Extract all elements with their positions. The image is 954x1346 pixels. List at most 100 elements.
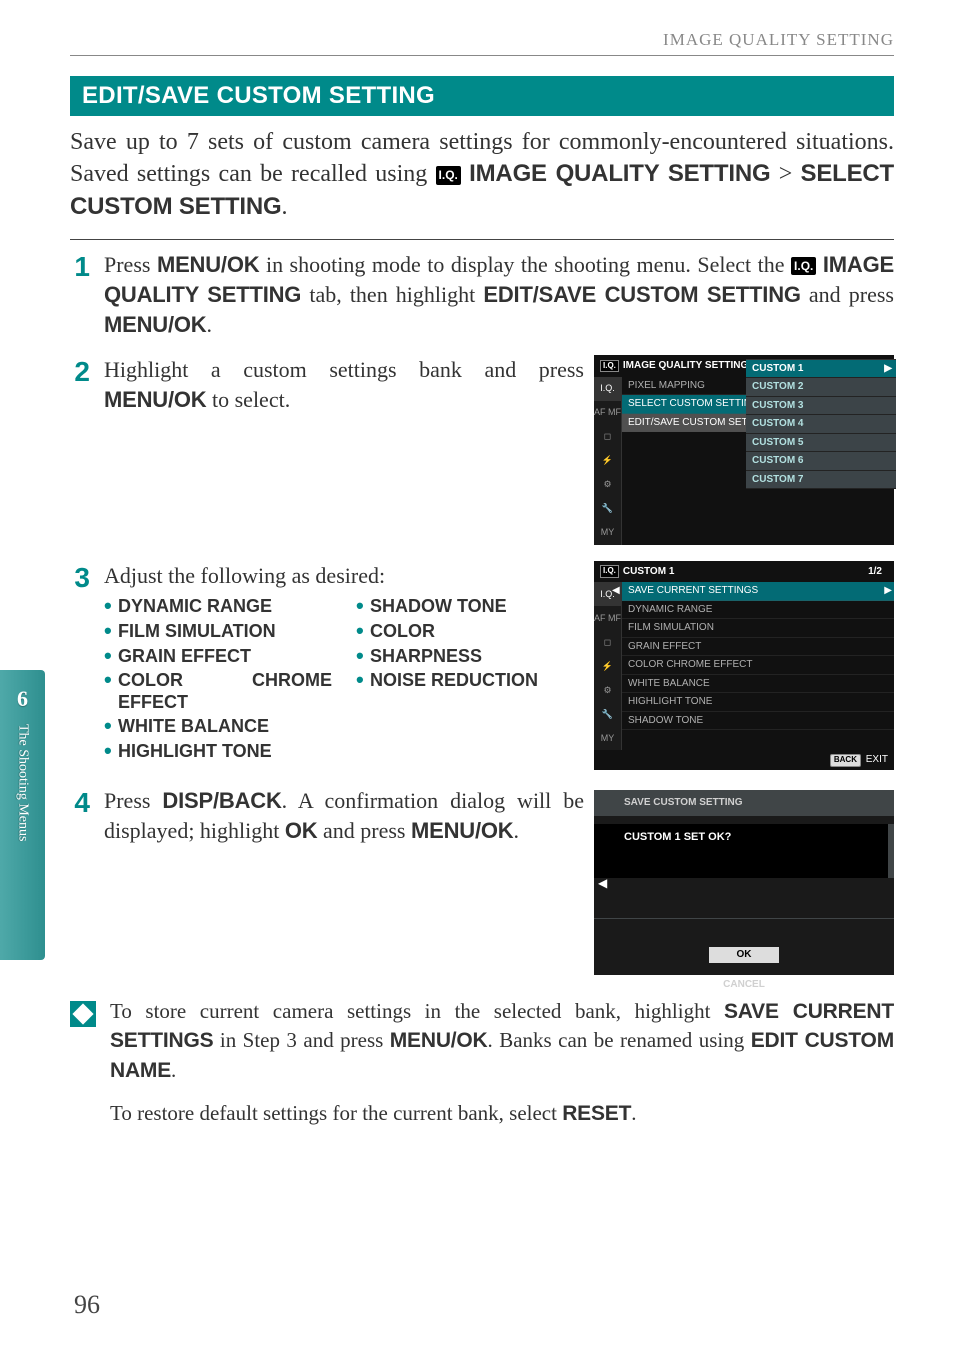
- custom-bank-item: CUSTOM 2: [746, 378, 896, 397]
- camera-tab: I.Q.: [594, 377, 621, 401]
- divider: [70, 239, 894, 240]
- adjust-item: SHARPNESS: [356, 646, 584, 668]
- camera-menu-item: SAVE CURRENT SETTINGS◀▶: [622, 582, 894, 601]
- camera-menu-item: WHITE BALANCE: [622, 675, 894, 694]
- exit-label: EXIT: [866, 754, 888, 765]
- camera-menu-list: SAVE CURRENT SETTINGS◀▶DYNAMIC RANGEFILM…: [622, 582, 894, 750]
- cam3-title: CUSTOM 1: [623, 565, 675, 579]
- page-number: 96: [74, 1290, 100, 1320]
- cam3-pager: 1/2: [868, 565, 882, 579]
- dialog-title: SAVE CUSTOM SETTING: [594, 790, 894, 816]
- custom-bank-item: CUSTOM 1▶: [746, 360, 896, 379]
- text: to select.: [207, 387, 291, 412]
- menu-ok-label: MENU/OK: [104, 387, 207, 412]
- text: .: [207, 312, 213, 337]
- text: To store current camera settings in the …: [110, 999, 724, 1023]
- adjust-list-col-b: SHADOW TONECOLORSHARPNESSNOISE REDUCTION: [356, 596, 584, 691]
- ok-option: OK: [709, 947, 779, 963]
- step-4-body: Press DISP/BACK. A confirmation dialog w…: [104, 786, 584, 845]
- cam2-title: IMAGE QUALITY SETTING: [623, 359, 748, 373]
- text: .: [171, 1058, 176, 1082]
- adjust-item: COLOR CHROME EFFECT: [104, 670, 332, 713]
- step-2-body: Highlight a custom settings bank and pre…: [104, 355, 584, 414]
- camera-menu-item: SHADOW TONE: [622, 712, 894, 731]
- menu-ok-label: MENU/OK: [104, 312, 207, 337]
- camera-menu-screenshot-bank: I.Q. IMAGE QUALITY SETTING I.Q.AF MF◻⚡⚙🔧…: [594, 355, 894, 545]
- camera-tab: ⚙: [594, 678, 621, 702]
- cancel-option: CANCEL: [709, 977, 779, 993]
- text: To restore default settings for the curr…: [110, 1101, 562, 1125]
- custom-bank-item: CUSTOM 5: [746, 434, 896, 453]
- camera-tab: ◻: [594, 425, 621, 449]
- camera-tab: 🔧: [594, 702, 621, 726]
- adjust-item: SHADOW TONE: [356, 596, 584, 618]
- edit-save-label: EDIT/SAVE CUSTOM SETTING: [483, 282, 800, 307]
- camera-menu-screenshot-custom1: I.Q. CUSTOM 1 1/2 I.Q.AF MF◻⚡⚙🔧MY SAVE C…: [594, 561, 894, 770]
- custom-bank-popup: CUSTOM 1▶CUSTOM 2CUSTOM 3CUSTOM 4CUSTOM …: [746, 359, 896, 490]
- step-1-body: Press MENU/OK in shooting mode to displa…: [104, 250, 894, 339]
- arrow-right-icon: ▶: [884, 584, 892, 598]
- camera-menu-item: HIGHLIGHT TONE: [622, 693, 894, 712]
- camera-tab: ◻: [594, 630, 621, 654]
- tip-text: To store current camera settings in the …: [110, 997, 894, 1128]
- section-heading: EDIT/SAVE CUSTOM SETTING: [70, 76, 894, 116]
- back-icon: BACK: [830, 754, 861, 767]
- camera-menu-item: GRAIN EFFECT: [622, 638, 894, 657]
- camera-tab: AF MF: [594, 606, 621, 630]
- adjust-item: WHITE BALANCE: [104, 716, 332, 738]
- camera-tab: MY: [594, 521, 621, 545]
- custom-bank-item: CUSTOM 6: [746, 452, 896, 471]
- step-number-3: 3: [70, 561, 90, 770]
- camera-tab: MY: [594, 726, 621, 750]
- camera-tabs: I.Q.AF MF◻⚡⚙🔧MY: [594, 582, 622, 750]
- camera-tab: AF MF: [594, 401, 621, 425]
- adjust-item: COLOR: [356, 621, 584, 643]
- step-number-1: 1: [70, 250, 90, 339]
- arrow-left-icon: ◀: [612, 584, 620, 598]
- text: and press: [318, 818, 411, 843]
- camera-tabs: I.Q.AF MF◻⚡⚙🔧MY: [594, 377, 622, 545]
- text: Press: [104, 788, 162, 813]
- reset-label: RESET: [562, 1102, 631, 1125]
- text: . Banks can be renamed using: [488, 1028, 751, 1052]
- step-number-2: 2: [70, 355, 90, 545]
- iq-icon: I.Q.: [791, 257, 816, 275]
- running-title: IMAGE QUALITY SETTING: [70, 30, 894, 56]
- disp-back-label: DISP/BACK: [162, 788, 281, 813]
- camera-tab: ⚡: [594, 449, 621, 473]
- text: in shooting mode to display the shooting…: [259, 252, 791, 277]
- arrow-right-icon: ▶: [884, 362, 892, 376]
- intro-link-a: IMAGE QUALITY SETTING: [469, 160, 770, 187]
- chapter-number: 6: [17, 686, 28, 712]
- dialog-question: CUSTOM 1 SET OK?: [594, 824, 894, 879]
- adjust-item: FILM SIMULATION: [104, 621, 332, 643]
- custom-bank-item: CUSTOM 3: [746, 397, 896, 416]
- camera-menu-list: PIXEL MAPPING SELECT CUSTOM SETTING EDIT…: [622, 377, 894, 545]
- camera-dialog-screenshot: ◀ SAVE CUSTOM SETTING CUSTOM 1 SET OK? O…: [594, 790, 894, 975]
- iq-icon: I.Q.: [600, 565, 619, 578]
- chapter-tab: 6 The Shooting Menus: [0, 670, 45, 960]
- dialog-options: OK CANCEL: [594, 919, 894, 994]
- iq-icon: I.Q.: [600, 360, 619, 373]
- menu-ok-label: MENU/OK: [411, 818, 514, 843]
- menu-ok-label: MENU/OK: [390, 1029, 488, 1052]
- intro-paragraph: Save up to 7 sets of custom camera setti…: [70, 116, 894, 235]
- camera-tab: ⚙: [594, 473, 621, 497]
- intro-gt: >: [770, 161, 800, 187]
- iq-icon: I.Q.: [436, 166, 461, 184]
- adjust-item: DYNAMIC RANGE: [104, 596, 332, 618]
- adjust-item: GRAIN EFFECT: [104, 646, 332, 668]
- custom-bank-item: CUSTOM 4: [746, 415, 896, 434]
- adjust-item: HIGHLIGHT TONE: [104, 741, 332, 763]
- step-3-lead: Adjust the following as desired:: [104, 561, 584, 591]
- camera-tab: 🔧: [594, 497, 621, 521]
- camera-tab: ⚡: [594, 654, 621, 678]
- step-number-4: 4: [70, 786, 90, 975]
- adjust-list-col-a: DYNAMIC RANGE FILM SIMULATION GRAIN EFFECT…: [104, 596, 332, 762]
- menu-ok-label: MENU/OK: [157, 252, 260, 277]
- custom-bank-item: CUSTOM 7: [746, 471, 896, 490]
- text: Highlight a custom settings bank and pre…: [104, 357, 584, 382]
- text: tab, then highlight: [301, 282, 483, 307]
- arrow-left-icon: ◀: [598, 874, 607, 890]
- chapter-label: The Shooting Menus: [15, 724, 31, 841]
